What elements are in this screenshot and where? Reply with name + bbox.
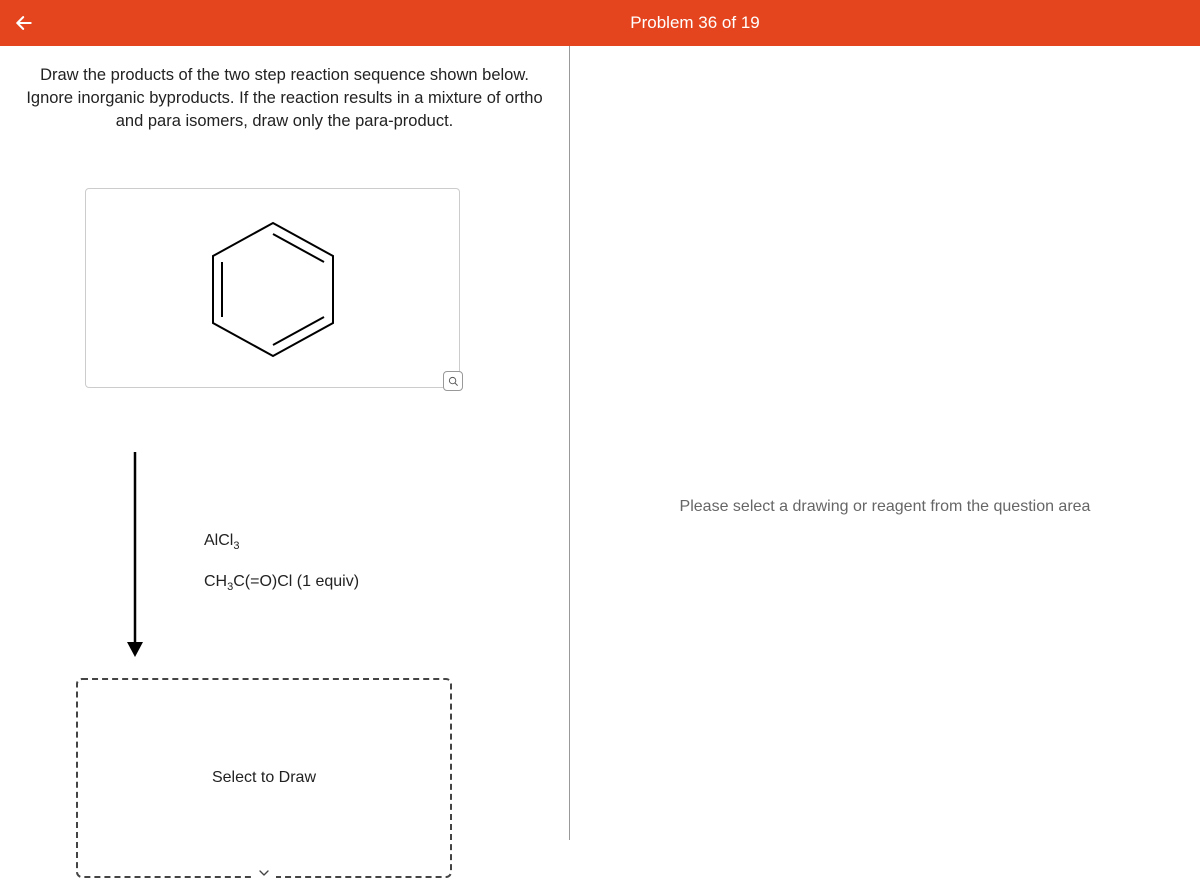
magnifier-icon	[448, 376, 459, 387]
drawing-panel: Please select a drawing or reagent from …	[570, 46, 1200, 840]
problem-statement: Draw the products of the two step reacti…	[10, 64, 559, 133]
molecule-display[interactable]	[85, 188, 460, 388]
draw-target-box[interactable]: Select to Draw	[76, 678, 452, 878]
reagent-line-2: CH3C(=O)Cl (1 equiv)	[204, 573, 359, 593]
zoom-button[interactable]	[443, 371, 463, 391]
reaction-arrow	[120, 452, 150, 667]
arrow-left-icon	[14, 13, 34, 33]
page-title: Problem 36 of 19	[630, 13, 759, 33]
question-panel: Draw the products of the two step reacti…	[0, 46, 570, 840]
drawing-placeholder: Please select a drawing or reagent from …	[570, 498, 1200, 516]
back-button[interactable]	[12, 11, 36, 35]
reagent-line-1: AlCl3	[204, 532, 239, 552]
draw-box-label: Select to Draw	[212, 769, 316, 787]
benzene-icon	[198, 208, 348, 368]
expand-chevron	[252, 865, 276, 886]
app-header: Problem 36 of 19	[0, 0, 1200, 46]
chevron-down-icon	[256, 865, 272, 881]
main-content: Draw the products of the two step reacti…	[0, 46, 1200, 840]
